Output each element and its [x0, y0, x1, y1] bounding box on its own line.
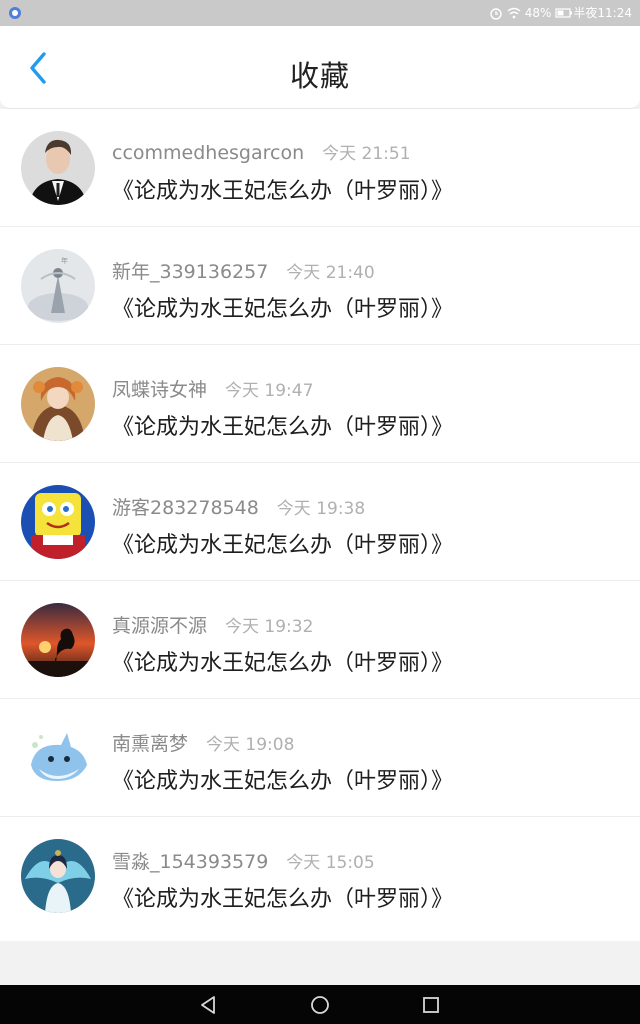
status-indicators: 48% 半夜11:24 [489, 5, 632, 21]
nav-recents-button[interactable] [420, 994, 442, 1016]
book-title[interactable]: 《论成为水王妃怎么办（叶罗丽）》 [112, 173, 453, 205]
battery-icon [555, 6, 573, 20]
misty-figure-avatar[interactable]: 年 [21, 249, 95, 323]
sponge-cartoon-avatar[interactable] [21, 485, 95, 559]
triangle-back-icon [201, 996, 215, 1014]
cartoon-shark-avatar[interactable] [21, 721, 95, 795]
username[interactable]: 游客283278548 [112, 493, 259, 520]
item-meta: 凤蝶诗女神 今天 19:47 [112, 375, 313, 401]
book-title[interactable]: 《论成为水王妃怎么办（叶罗丽）》 [112, 881, 453, 913]
status-bar: 48% 半夜11:24 [0, 0, 640, 26]
clock-time: 半夜11:24 [573, 6, 632, 20]
book-title[interactable]: 《论成为水王妃怎么办（叶罗丽）》 [112, 527, 453, 559]
timestamp: 今天 15:05 [286, 853, 375, 873]
timestamp: 今天 21:40 [286, 263, 375, 283]
item-meta: 新年_339136257 今天 21:40 [112, 257, 375, 283]
username[interactable]: 新年_339136257 [112, 257, 268, 284]
item-meta: ccommedhesgarcon 今天 21:51 [112, 139, 411, 165]
timestamp: 今天 19:38 [276, 499, 366, 519]
username[interactable]: ccommedhesgarcon [112, 142, 304, 164]
svg-text:年: 年 [61, 256, 68, 265]
item-meta: 南熏离梦 今天 19:08 [112, 729, 294, 755]
circle-home-icon [311, 996, 329, 1014]
system-navigation-bar [0, 985, 640, 1024]
app-notification-icon [8, 6, 22, 20]
item-meta: 游客283278548 今天 19:38 [112, 493, 365, 519]
item-meta: 雪淼_154393579 今天 15:05 [112, 847, 375, 873]
anime-fairy-avatar[interactable] [21, 839, 95, 913]
book-title[interactable]: 《论成为水王妃怎么办（叶罗丽）》 [112, 645, 453, 677]
nav-back-button[interactable] [198, 994, 220, 1016]
username[interactable]: 雪淼_154393579 [112, 847, 268, 874]
wifi-icon [507, 6, 521, 20]
book-title[interactable]: 《论成为水王妃怎么办（叶罗丽）》 [112, 763, 453, 795]
username[interactable]: 凤蝶诗女神 [112, 375, 207, 402]
navigation-bar: 收藏 [0, 26, 640, 109]
anime-girl-avatar[interactable] [21, 367, 95, 441]
timestamp: 今天 21:51 [322, 144, 411, 164]
page-title: 收藏 [289, 59, 350, 93]
timestamp: 今天 19:47 [225, 381, 314, 401]
timestamp: 今天 19:32 [225, 617, 314, 637]
list-item[interactable]: 年 新年_339136257 今天 21:40 《论成为水王妃怎么办（叶罗丽）》 [0, 227, 640, 345]
list-item[interactable]: 南熏离梦 今天 19:08 《论成为水王妃怎么办（叶罗丽）》 [0, 699, 640, 817]
timestamp: 今天 19:08 [206, 735, 295, 755]
battery-percent: 48% [524, 6, 552, 20]
item-meta: 真源源不源 今天 19:32 [112, 611, 313, 637]
man-in-suit-avatar[interactable] [21, 131, 95, 205]
username[interactable]: 真源源不源 [112, 611, 207, 638]
list-item[interactable]: 游客283278548 今天 19:38 《论成为水王妃怎么办（叶罗丽）》 [0, 463, 640, 581]
book-title[interactable]: 《论成为水王妃怎么办（叶罗丽）》 [112, 291, 453, 323]
alarm-icon [489, 6, 503, 20]
list-item[interactable]: 凤蝶诗女神 今天 19:47 《论成为水王妃怎么办（叶罗丽）》 [0, 345, 640, 463]
list-item[interactable]: ccommedhesgarcon 今天 21:51 《论成为水王妃怎么办（叶罗丽… [0, 109, 640, 227]
square-recents-icon [423, 997, 439, 1013]
sunset-silhouette-avatar[interactable] [21, 603, 95, 677]
username[interactable]: 南熏离梦 [112, 729, 188, 756]
list-item[interactable]: 真源源不源 今天 19:32 《论成为水王妃怎么办（叶罗丽）》 [0, 581, 640, 699]
book-title[interactable]: 《论成为水王妃怎么办（叶罗丽）》 [112, 409, 453, 441]
favorites-list: ccommedhesgarcon 今天 21:51 《论成为水王妃怎么办（叶罗丽… [0, 109, 640, 941]
list-item[interactable]: 雪淼_154393579 今天 15:05 《论成为水王妃怎么办（叶罗丽）》 [0, 817, 640, 935]
nav-home-button[interactable] [309, 994, 331, 1016]
